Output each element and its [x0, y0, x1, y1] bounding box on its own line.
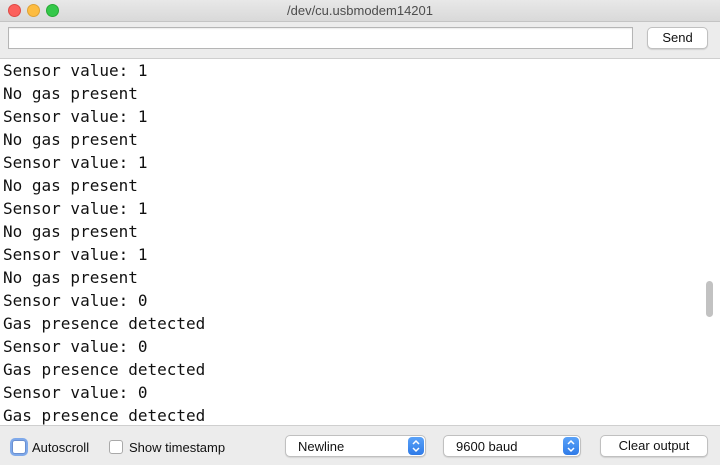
output-line: Sensor value: 1: [3, 61, 148, 80]
serial-send-input[interactable]: [8, 27, 633, 49]
output-line: No gas present: [3, 222, 138, 241]
output-line: Sensor value: 1: [3, 199, 148, 218]
show-timestamp-label[interactable]: Show timestamp: [129, 440, 225, 455]
autoscroll-label[interactable]: Autoscroll: [32, 440, 89, 455]
output-lines: Sensor value: 1 No gas present Sensor va…: [3, 59, 206, 425]
output-line: Gas presence detected: [3, 406, 206, 425]
updown-arrows-icon: [408, 437, 424, 455]
send-button[interactable]: Send: [647, 27, 708, 49]
footer-bar: Autoscroll Show timestamp Newline 9600 b…: [0, 427, 720, 465]
output-scrollbar[interactable]: [706, 281, 713, 317]
output-line: Sensor value: 1: [3, 245, 148, 264]
line-ending-select[interactable]: Newline: [285, 435, 426, 457]
send-toolbar: Send: [0, 22, 720, 58]
output-line: Sensor value: 0: [3, 337, 148, 356]
autoscroll-checkbox[interactable]: [12, 440, 26, 454]
output-line: No gas present: [3, 268, 138, 287]
title-bar: /dev/cu.usbmodem14201: [0, 0, 720, 22]
output-line: No gas present: [3, 130, 138, 149]
show-timestamp-checkbox[interactable]: [109, 440, 123, 454]
line-ending-value: Newline: [298, 439, 345, 454]
output-line: No gas present: [3, 176, 138, 195]
baud-rate-select[interactable]: 9600 baud: [443, 435, 581, 457]
output-line: Gas presence detected: [3, 314, 206, 333]
updown-arrows-icon: [563, 437, 579, 455]
serial-output-area[interactable]: Sensor value: 1 No gas present Sensor va…: [0, 58, 720, 426]
output-line: Sensor value: 1: [3, 107, 148, 126]
output-line: Gas presence detected: [3, 360, 206, 379]
output-line: No gas present: [3, 84, 138, 103]
baud-rate-value: 9600 baud: [456, 439, 518, 454]
window-title: /dev/cu.usbmodem14201: [287, 3, 433, 18]
output-line: Sensor value: 1: [3, 153, 148, 172]
output-line: Sensor value: 0: [3, 383, 148, 402]
output-line: Sensor value: 0: [3, 291, 148, 310]
clear-output-button[interactable]: Clear output: [600, 435, 708, 457]
